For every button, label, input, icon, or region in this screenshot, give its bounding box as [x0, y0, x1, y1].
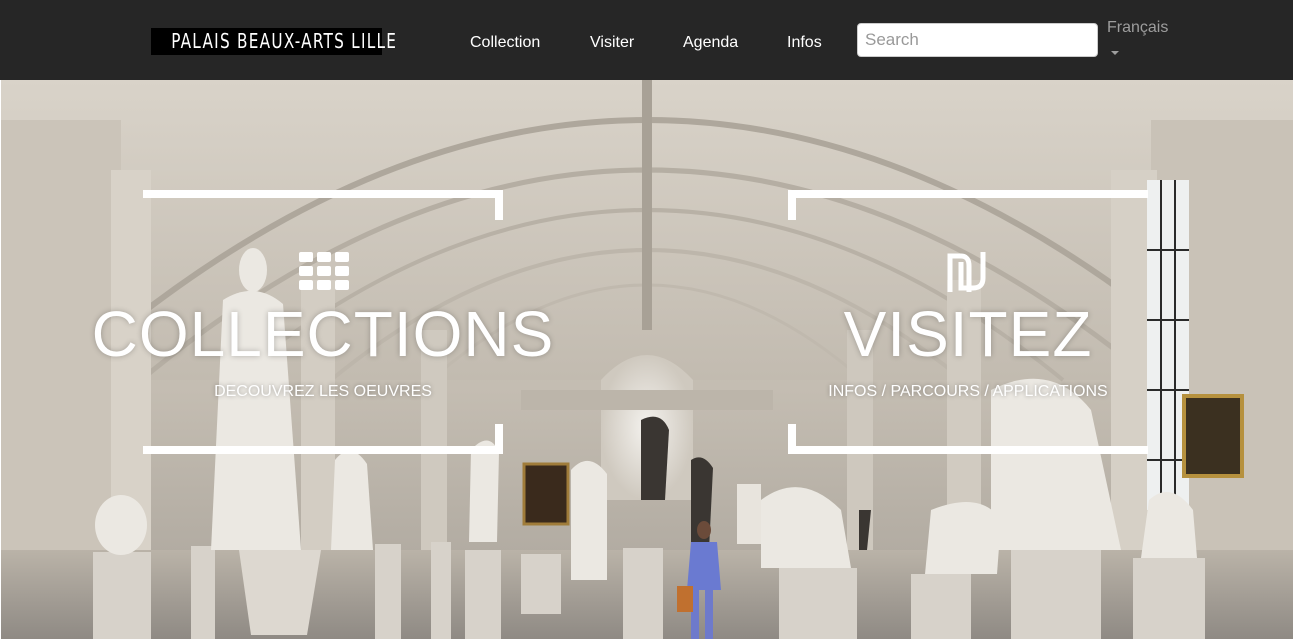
caret-down-icon[interactable] — [1111, 51, 1119, 55]
nav-agenda-link[interactable]: Agenda — [683, 34, 738, 52]
frame-top-bar — [143, 190, 503, 198]
frame-top-corner — [788, 190, 796, 220]
visitez-subtitle: INFOS / PARCOURS / APPLICATIONS — [828, 383, 1108, 400]
nav-visiter-link[interactable]: Visiter — [590, 34, 634, 52]
site-logo[interactable]: PALAIS BEAUX-ARTS LILLE — [151, 28, 396, 55]
frame-bottom-bar — [788, 446, 1148, 454]
collections-title: COLLECTIONS — [91, 298, 555, 370]
visitez-card[interactable]: VISITEZ INFOS / PARCOURS / APPLICATIONS — [788, 190, 1148, 454]
nav-collection-link[interactable]: Collection — [470, 34, 540, 52]
collections-card[interactable]: COLLECTIONS DECOUVREZ LES OEUVRES — [92, 190, 553, 454]
frame-bottom-corner — [495, 424, 503, 454]
language-dropdown[interactable]: Français — [1107, 19, 1168, 37]
top-navbar: PALAIS BEAUX-ARTS LILLE Collection Visit… — [0, 0, 1293, 80]
search-input[interactable] — [857, 23, 1098, 57]
frame-bottom-corner — [788, 424, 796, 454]
frame-top-corner — [495, 190, 503, 220]
pba-monogram-icon — [947, 252, 986, 292]
hero-section: COLLECTIONS DECOUVREZ LES OEUVRES VISITE… — [1, 80, 1293, 639]
collections-subtitle: DECOUVREZ LES OEUVRES — [214, 383, 432, 400]
grid-icon — [299, 252, 349, 290]
frame-bottom-bar — [143, 446, 503, 454]
frame-top-bar — [788, 190, 1148, 198]
visitez-title: VISITEZ — [843, 298, 1093, 370]
nav-infos-link[interactable]: Infos — [787, 34, 822, 52]
